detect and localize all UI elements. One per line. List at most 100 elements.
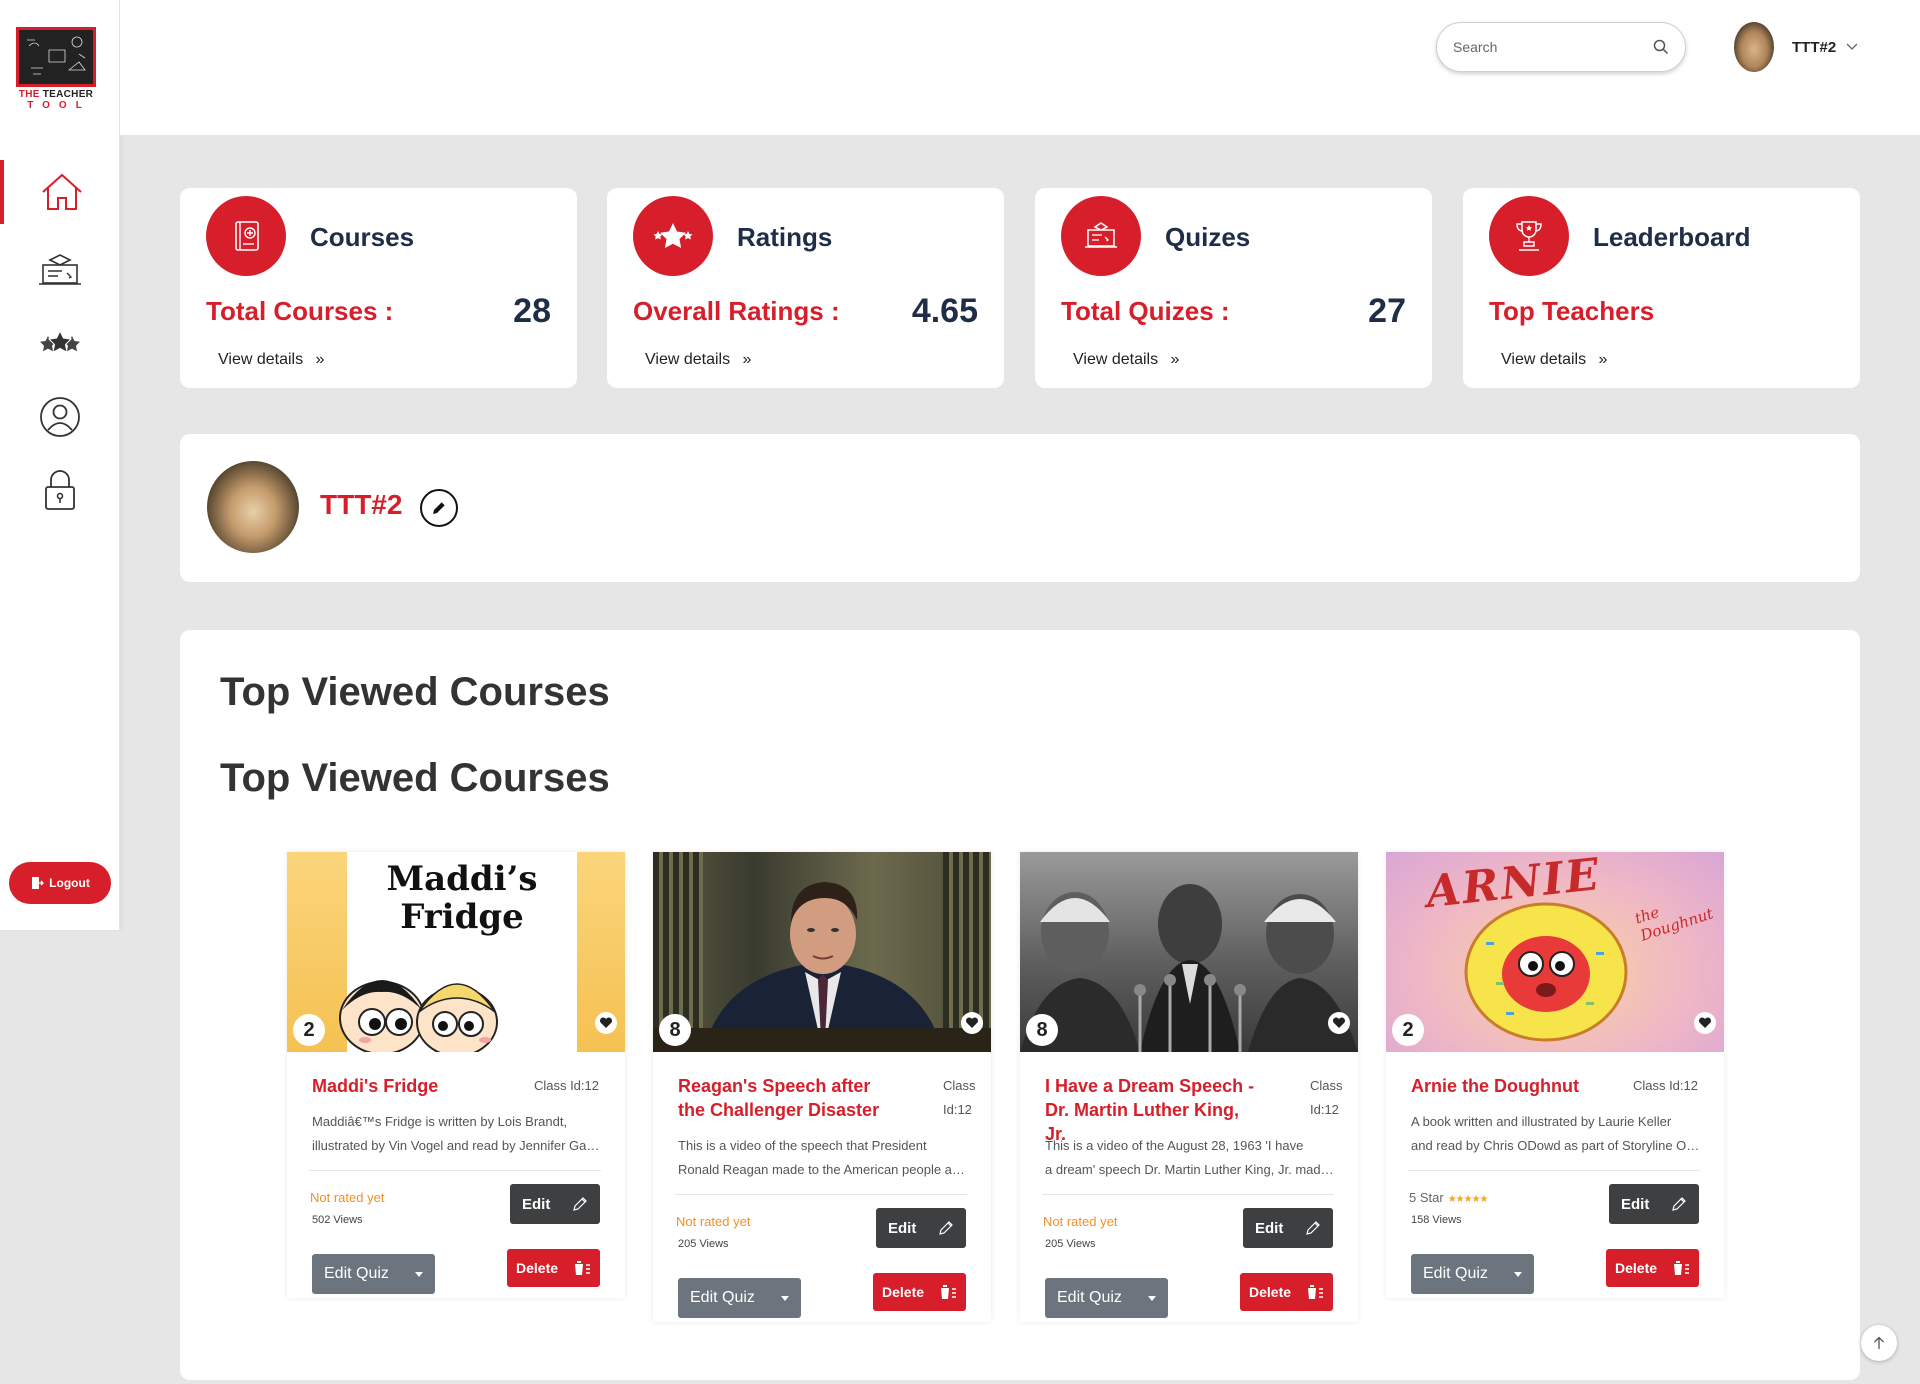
cartoon-girls-illustration [339, 980, 498, 1052]
divider [1408, 1170, 1700, 1171]
sidebar-item-home[interactable] [0, 160, 120, 224]
edit-quiz-dropdown[interactable]: Edit Quiz [312, 1254, 435, 1294]
chalkboard-logo-image [16, 27, 96, 87]
course-book-icon [206, 196, 286, 276]
favorite-button[interactable] [1328, 1012, 1350, 1034]
caret-down-icon [1148, 1295, 1156, 1301]
view-details-label: View details [218, 351, 304, 368]
stat-label: Overall Ratings : [633, 296, 840, 326]
chevron-down-icon[interactable] [1846, 43, 1858, 51]
star-rating-icon: ★★★★★ [1447, 1194, 1489, 1205]
course-title[interactable]: Arnie the Doughnut [1411, 1074, 1631, 1098]
delete-course-button[interactable]: Delete [507, 1249, 600, 1287]
view-details-label: View details [1073, 351, 1159, 368]
divider [675, 1194, 967, 1195]
sidebar-item-profile[interactable] [0, 385, 120, 449]
pencil-icon [433, 501, 446, 514]
trophy-icon [1489, 196, 1569, 276]
top-header: Search TTT#2 [120, 0, 1920, 135]
edit-quiz-dropdown[interactable]: Edit Quiz [678, 1278, 801, 1318]
search-icon[interactable] [1653, 39, 1669, 55]
edit-course-button[interactable]: Edit [510, 1184, 600, 1224]
search-box[interactable]: Search [1436, 22, 1686, 72]
user-menu[interactable]: TTT#2 [1734, 22, 1858, 72]
heart-icon [965, 1017, 979, 1028]
course-thumbnail[interactable]: 8 [1020, 852, 1358, 1052]
sidebar-item-courses[interactable] [0, 238, 120, 302]
quiz-count-badge: 2 [293, 1014, 325, 1046]
search-input[interactable]: Search [1453, 39, 1653, 55]
edit-label: Edit [888, 1219, 917, 1237]
stat-card-courses: Courses Total Courses : 28 View details … [180, 188, 577, 388]
avatar[interactable] [1734, 22, 1774, 72]
course-description: A book written and illustrated by Laurie… [1411, 1114, 1701, 1153]
caret-down-icon [1514, 1271, 1522, 1277]
course-title[interactable]: Reagan's Speech after the Challenger Dis… [678, 1074, 898, 1122]
pencil-icon [1306, 1221, 1320, 1235]
favorite-button[interactable] [961, 1012, 983, 1034]
edit-course-button[interactable]: Edit [1243, 1208, 1333, 1248]
double-chevron-right-icon: » [742, 351, 752, 368]
delete-label: Delete [882, 1284, 925, 1300]
home-icon [42, 173, 82, 210]
view-details-label: View details [645, 351, 731, 368]
profile-card: TTT#2 [180, 434, 1860, 582]
favorite-button[interactable] [1694, 1012, 1716, 1034]
course-card[interactable]: 8 I Have a Dream Speech - Dr. Martin Lut… [1020, 852, 1358, 1322]
header-user-name[interactable]: TTT#2 [1792, 39, 1836, 56]
rating-star-icon [633, 196, 713, 276]
logo-text-teacher: THE TEACHER [18, 89, 94, 100]
course-title[interactable]: Maddi's Fridge [312, 1074, 532, 1098]
courses-icon [39, 254, 81, 285]
course-views: 502 Views [312, 1214, 363, 1226]
divider [1042, 1194, 1334, 1195]
course-description: Maddiâ€™s Fridge is written by Lois Bran… [312, 1114, 602, 1153]
edit-profile-button[interactable] [420, 489, 458, 527]
teacher-tool-logo[interactable]: THE TEACHER TOOL [16, 27, 96, 117]
view-details-label: View details [1501, 351, 1587, 368]
heart-icon [599, 1017, 613, 1028]
caret-down-icon [781, 1295, 789, 1301]
scroll-to-top-button[interactable] [1861, 1325, 1897, 1361]
sidebar: THE TEACHER TOOL Logout [0, 0, 120, 930]
sidebar-item-ratings[interactable] [0, 314, 120, 378]
stat-label: Total Courses : [206, 296, 394, 326]
course-card[interactable]: ARNIE the Doughnut 2 Arnie the Doughnut … [1386, 852, 1724, 1298]
course-views: 205 Views [1045, 1238, 1096, 1250]
delete-course-button[interactable]: Delete [1606, 1249, 1699, 1287]
course-thumbnail[interactable]: ARNIE the Doughnut 2 [1386, 852, 1724, 1052]
delete-label: Delete [516, 1260, 559, 1276]
stat-card-quizes: Quizes Total Quizes : 27 View details » [1035, 188, 1432, 388]
course-card[interactable]: Maddi’s Fridge 2 Maddi's Fridge Class Id:… [287, 852, 625, 1298]
top-viewed-courses-section: Top Viewed Courses Top Viewed Courses Ma… [180, 630, 1860, 1380]
pencil-icon [573, 1197, 587, 1211]
edit-quiz-label: Edit Quiz [1057, 1289, 1122, 1306]
course-class-id: Class Id:12 [533, 1078, 599, 1093]
edit-course-button[interactable]: Edit [1609, 1184, 1699, 1224]
course-card[interactable]: 8 Reagan's Speech after the Challenger D… [653, 852, 991, 1322]
view-details-link[interactable]: View details » [1501, 351, 1607, 369]
course-class-id: Class Id:12 [943, 1078, 976, 1117]
edit-course-button[interactable]: Edit [876, 1208, 966, 1248]
delete-course-button[interactable]: Delete [1240, 1273, 1333, 1311]
quiz-count-badge: 8 [1026, 1014, 1058, 1046]
edit-quiz-dropdown[interactable]: Edit Quiz [1411, 1254, 1534, 1294]
favorite-button[interactable] [595, 1012, 617, 1034]
trash-icon [940, 1285, 956, 1299]
stat-value: 4.65 [911, 292, 978, 330]
view-details-link[interactable]: View details » [1073, 351, 1179, 369]
stat-label: Top Teachers [1489, 296, 1655, 326]
delete-course-button[interactable]: Delete [873, 1273, 966, 1311]
course-thumbnail[interactable]: Maddi’s Fridge 2 [287, 852, 625, 1052]
view-details-link[interactable]: View details » [218, 351, 324, 369]
profile-name: TTT#2 [320, 489, 403, 520]
course-rating: Not rated yet [310, 1190, 385, 1205]
view-details-link[interactable]: View details » [645, 351, 751, 369]
crowd-speech-photo [1020, 884, 1358, 1052]
logout-button[interactable]: Logout [9, 862, 111, 904]
edit-quiz-label: Edit Quiz [690, 1289, 755, 1306]
edit-quiz-dropdown[interactable]: Edit Quiz [1045, 1278, 1168, 1318]
course-thumbnail[interactable]: 8 [653, 852, 991, 1052]
course-description: This is a video of the speech that Presi… [678, 1138, 968, 1177]
sidebar-item-security[interactable] [0, 458, 120, 522]
